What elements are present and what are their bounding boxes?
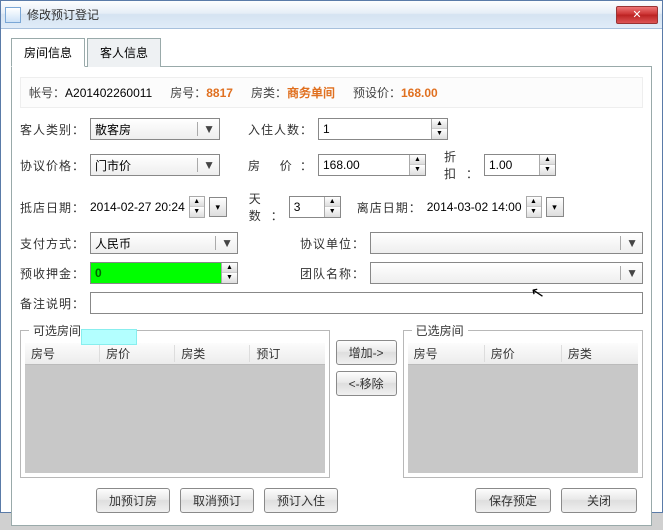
tab-guest-info[interactable]: 客人信息 bbox=[87, 38, 161, 67]
arrive-date-label: 抵店日期 bbox=[20, 199, 84, 216]
days-label: 天数 bbox=[249, 190, 283, 224]
transfer-buttons: 增加-> <-移除 bbox=[336, 322, 397, 396]
preprice-label: 预设价： bbox=[353, 86, 401, 100]
app-icon bbox=[5, 7, 21, 23]
cancel-reserve-button[interactable]: 取消预订 bbox=[180, 488, 254, 513]
tab-room-info[interactable]: 房间信息 bbox=[11, 38, 85, 67]
available-rooms-box: 可选房间 房号 房价 房类 预订 bbox=[20, 330, 330, 478]
leave-date-label: 离店日期 bbox=[357, 199, 421, 216]
selected-rooms-list[interactable] bbox=[408, 365, 638, 473]
selected-rooms-box: 已选房间 房号 房价 房类 bbox=[403, 330, 643, 478]
available-rooms-title: 可选房间 bbox=[29, 322, 85, 339]
content-area: 房间信息 客人信息 帐号：A201402260011 房号：8817 房类：商务… bbox=[1, 29, 662, 530]
chevron-down-icon: ▼ bbox=[620, 266, 638, 280]
pay-method-select[interactable]: 人民币▼ bbox=[90, 232, 238, 254]
room-price-input[interactable]: ▲▼ bbox=[318, 154, 426, 176]
col-price[interactable]: 房价 bbox=[485, 345, 562, 362]
add-reserve-room-button[interactable]: 加预订房 bbox=[96, 488, 170, 513]
team-name-label: 团队名称 bbox=[300, 265, 364, 282]
chevron-down-icon: ▼ bbox=[620, 236, 638, 250]
account-label: 帐号： bbox=[29, 86, 65, 100]
available-rooms-list[interactable] bbox=[25, 365, 325, 473]
filter-box[interactable] bbox=[81, 329, 137, 345]
agree-unit-label: 协议单位 bbox=[300, 235, 364, 252]
guest-type-label: 客人类别 bbox=[20, 121, 84, 138]
remark-label: 备注说明 bbox=[20, 295, 84, 312]
spinner-icon[interactable]: ▲▼ bbox=[324, 197, 340, 217]
spinner-icon[interactable]: ▲▼ bbox=[431, 119, 447, 139]
pay-method-label: 支付方式 bbox=[20, 235, 84, 252]
leave-date-value: 2014-03-02 14:00 bbox=[427, 200, 522, 214]
col-roomno[interactable]: 房号 bbox=[408, 345, 485, 362]
selected-rooms-title: 已选房间 bbox=[412, 322, 468, 339]
col-roomno[interactable]: 房号 bbox=[25, 345, 100, 362]
info-bar: 帐号：A201402260011 房号：8817 房类：商务单间 预设价：168… bbox=[20, 77, 643, 108]
tab-bar: 房间信息 客人信息 bbox=[11, 37, 652, 67]
calendar-icon[interactable]: ▾ bbox=[546, 197, 564, 217]
discount-input[interactable]: ▲▼ bbox=[484, 154, 556, 176]
available-rooms-header: 房号 房价 房类 预订 bbox=[25, 343, 325, 365]
title-bar: 修改预订登记 ✕ bbox=[1, 1, 662, 29]
spinner-icon[interactable]: ▲▼ bbox=[526, 196, 542, 218]
spinner-icon[interactable]: ▲▼ bbox=[189, 196, 205, 218]
close-icon[interactable]: ✕ bbox=[616, 6, 658, 24]
window-title: 修改预订登记 bbox=[27, 6, 616, 23]
roomno-label: 房号： bbox=[170, 86, 206, 100]
footer-buttons: 加预订房 取消预订 预订入住 保存预定 关闭 bbox=[20, 478, 643, 517]
days-input[interactable]: ▲▼ bbox=[289, 196, 341, 218]
close-button[interactable]: 关闭 bbox=[561, 488, 637, 513]
col-reserve[interactable]: 预订 bbox=[250, 345, 324, 362]
roomtype-value: 商务单间 bbox=[287, 86, 335, 100]
col-type[interactable]: 房类 bbox=[562, 345, 638, 362]
spinner-icon[interactable]: ▲▼ bbox=[539, 155, 555, 175]
checkin-count-input[interactable]: ▲▼ bbox=[318, 118, 448, 140]
add-button[interactable]: 增加-> bbox=[336, 340, 397, 365]
guest-type-select[interactable]: 散客房▼ bbox=[90, 118, 220, 140]
calendar-icon[interactable]: ▾ bbox=[209, 197, 227, 217]
col-price[interactable]: 房价 bbox=[100, 345, 175, 362]
room-price-label: 房 价 bbox=[248, 157, 312, 174]
roomtype-label: 房类： bbox=[251, 86, 287, 100]
tab-panel: 帐号：A201402260011 房号：8817 房类：商务单间 预设价：168… bbox=[11, 67, 652, 526]
reserve-checkin-button[interactable]: 预订入住 bbox=[264, 488, 338, 513]
chevron-down-icon: ▼ bbox=[215, 236, 233, 250]
spinner-icon[interactable]: ▲▼ bbox=[409, 155, 425, 175]
remark-input[interactable] bbox=[90, 292, 643, 314]
team-name-select[interactable]: ▼ bbox=[370, 262, 643, 284]
roomno-value: 8817 bbox=[206, 86, 233, 100]
agree-price-label: 协议价格 bbox=[20, 157, 84, 174]
col-type[interactable]: 房类 bbox=[175, 345, 250, 362]
save-button[interactable]: 保存预定 bbox=[475, 488, 551, 513]
discount-label: 折扣 bbox=[444, 148, 478, 182]
selected-rooms-header: 房号 房价 房类 bbox=[408, 343, 638, 365]
agree-unit-select[interactable]: ▼ bbox=[370, 232, 643, 254]
remove-button[interactable]: <-移除 bbox=[336, 371, 397, 396]
chevron-down-icon: ▼ bbox=[197, 158, 215, 172]
preprice-value: 168.00 bbox=[401, 86, 438, 100]
account-value: A201402260011 bbox=[65, 86, 152, 100]
chevron-down-icon: ▼ bbox=[197, 122, 215, 136]
spinner-icon[interactable]: ▲▼ bbox=[221, 263, 237, 283]
checkin-count-label: 入住人数 bbox=[248, 121, 312, 138]
deposit-label: 预收押金 bbox=[20, 265, 84, 282]
agree-price-select[interactable]: 门市价▼ bbox=[90, 154, 220, 176]
dialog-window: 修改预订登记 ✕ 房间信息 客人信息 帐号：A201402260011 房号：8… bbox=[0, 0, 663, 513]
deposit-input[interactable]: ▲▼ bbox=[90, 262, 238, 284]
arrive-date-value: 2014-02-27 20:24 bbox=[90, 200, 185, 214]
